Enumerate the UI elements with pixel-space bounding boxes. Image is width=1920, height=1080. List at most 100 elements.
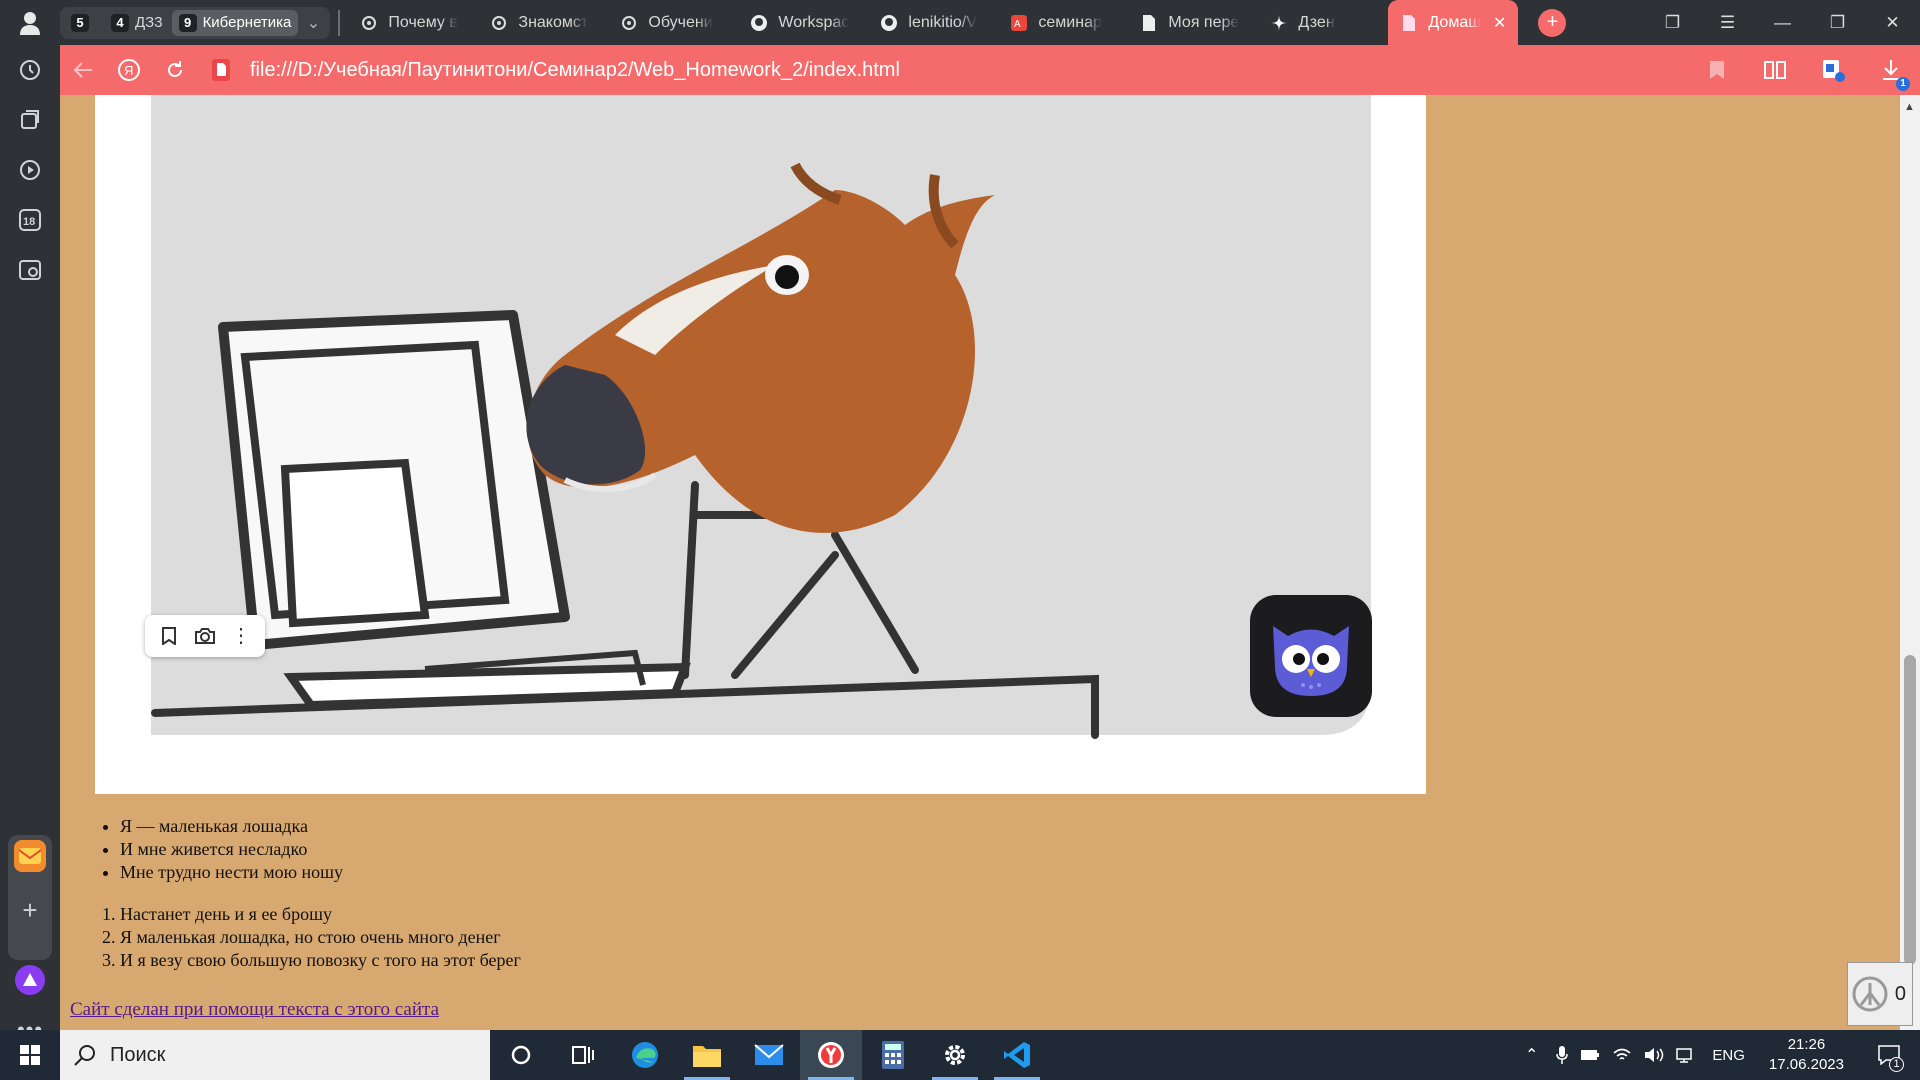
collections-button[interactable] [15, 105, 45, 135]
tab-label: Домаш [1428, 13, 1482, 31]
menu-icon[interactable]: ☰ [1700, 0, 1755, 45]
extension-button[interactable] [1804, 58, 1862, 82]
new-tab-button[interactable]: + [1538, 8, 1567, 37]
image-more-button[interactable]: ⋮ [226, 621, 256, 651]
profile-button[interactable] [0, 0, 60, 45]
tab-4[interactable]: lenikitio/V [868, 0, 998, 45]
calendar-button[interactable]: 18 [15, 205, 45, 235]
scroll-up-arrow-icon[interactable]: ▲ [1904, 101, 1915, 113]
tab-1[interactable]: Знакомст [478, 0, 608, 45]
tab-2[interactable]: Обучени [608, 0, 738, 45]
folder-icon [693, 1046, 721, 1067]
tab-label: Дзен [1298, 13, 1335, 31]
tab-3[interactable]: Workspac [738, 0, 868, 45]
task-view-button[interactable] [552, 1030, 614, 1080]
alice-button[interactable] [15, 965, 45, 995]
edge-app[interactable] [614, 1030, 676, 1080]
video-button[interactable] [15, 155, 45, 185]
yandex-icon: Я [118, 59, 140, 81]
battery-icon[interactable] [1580, 1049, 1600, 1061]
reader-icon [1764, 61, 1786, 79]
close-icon[interactable]: ✕ [1493, 13, 1506, 33]
yandex-browser-app[interactable] [800, 1030, 862, 1080]
reload-button[interactable] [152, 45, 198, 95]
explorer-app[interactable] [676, 1030, 738, 1080]
page-scrollbar[interactable]: ▲ [1900, 95, 1920, 1030]
file-icon [212, 59, 230, 81]
volume-icon[interactable] [1644, 1047, 1664, 1063]
mail-app-button[interactable] [14, 840, 46, 872]
clock[interactable]: 21:26 17.06.2023 [1769, 1035, 1844, 1075]
bookmark-button[interactable] [1688, 60, 1746, 80]
screen: 5 4 ДЗ3 9 Кибернетика ⌄ Почему в Знакомст … [0, 0, 1920, 1080]
browser-sidebar: 18 + ••• [0, 45, 60, 1042]
tab-label: семинар [1038, 13, 1102, 31]
tab-groups-chevron[interactable]: ⌄ [300, 10, 326, 36]
tab-0[interactable]: Почему в [348, 0, 478, 45]
tab-separator [338, 9, 341, 36]
openai-icon [360, 14, 378, 32]
calendar-icon: 18 [19, 209, 41, 231]
mail-app[interactable] [738, 1030, 800, 1080]
reader-button[interactable] [1746, 60, 1804, 80]
downloads-button[interactable]: 1 [1862, 59, 1920, 91]
address-bar-actions: 1 [1688, 45, 1920, 95]
tab-label: Знакомст [518, 13, 589, 31]
tab-group-3[interactable]: 9 Кибернетика [171, 9, 299, 36]
tab-group-1[interactable]: 5 [64, 10, 102, 36]
calculator-app[interactable] [862, 1030, 924, 1080]
counter-widget[interactable]: 0 [1847, 962, 1913, 1026]
notifications-button[interactable]: 1 [1864, 1030, 1914, 1080]
restore-button[interactable]: ❐ [1810, 0, 1865, 45]
add-panel-button[interactable]: + [15, 895, 45, 925]
settings-app[interactable] [924, 1030, 986, 1080]
tab-7[interactable]: Дзен [1258, 0, 1388, 45]
language-indicator[interactable]: ENG [1712, 1047, 1745, 1064]
edge-icon [632, 1042, 658, 1068]
close-window-button[interactable]: ✕ [1865, 0, 1920, 45]
scroll-thumb[interactable] [1904, 655, 1916, 965]
url-field[interactable]: file:///D:/Учебная/Паутинитони/Семинар2/… [250, 59, 900, 82]
owl-app-button[interactable] [1250, 595, 1372, 717]
back-button[interactable] [60, 45, 106, 95]
cortana-button[interactable] [490, 1030, 552, 1080]
clock-date: 17.06.2023 [1768, 1056, 1844, 1073]
tab-5[interactable]: Aсеминар [998, 0, 1128, 45]
screenshot-button[interactable] [15, 255, 45, 285]
source-link[interactable]: Сайт сделан при помощи текста с этого са… [70, 999, 439, 1021]
tray-expand-button[interactable]: ⌃ [1519, 1045, 1544, 1065]
history-button[interactable] [15, 55, 45, 85]
yandex-button[interactable]: Я [106, 45, 152, 95]
task-view-icon [572, 1046, 594, 1064]
plus-icon: + [22, 894, 38, 925]
minimize-button[interactable]: — [1755, 0, 1810, 45]
openai-icon [490, 14, 508, 32]
bookmark-image-button[interactable] [154, 621, 184, 651]
taskbar-search[interactable]: Поиск [60, 1030, 490, 1080]
tab-group-label: Кибернетика [202, 14, 292, 31]
tab-group-count: 4 [111, 13, 129, 32]
bullet-list: Я — маленькая лошадка И мне живется несл… [60, 815, 521, 884]
translate-icon: A [1010, 14, 1028, 32]
tab-group-2[interactable]: 4 ДЗ3 [104, 10, 170, 36]
system-tray: ⌃ ENG 21:26 17.06.2023 1 [1513, 1030, 1920, 1080]
screenshot-icon [19, 260, 41, 280]
network-icon[interactable] [1676, 1047, 1696, 1063]
tabs-panel-icon[interactable]: ❐ [1645, 0, 1700, 45]
tab-active[interactable]: Домаш ✕ [1388, 0, 1519, 45]
svg-text:A: A [1014, 19, 1021, 30]
windows-icon [20, 1045, 40, 1065]
document-icon [1140, 14, 1158, 32]
openai-icon [620, 14, 638, 32]
gear-icon [945, 1045, 965, 1065]
start-button[interactable] [0, 1030, 60, 1080]
user-icon [20, 11, 40, 35]
microphone-icon[interactable] [1556, 1045, 1569, 1065]
wifi-icon[interactable] [1612, 1047, 1632, 1063]
more-vertical-icon: ⋮ [231, 625, 251, 647]
tab-6[interactable]: Моя пере [1128, 0, 1258, 45]
owl-icon [1273, 626, 1349, 696]
page-info-button[interactable] [198, 45, 244, 95]
image-search-button[interactable] [190, 621, 220, 651]
vscode-app[interactable] [986, 1030, 1048, 1080]
